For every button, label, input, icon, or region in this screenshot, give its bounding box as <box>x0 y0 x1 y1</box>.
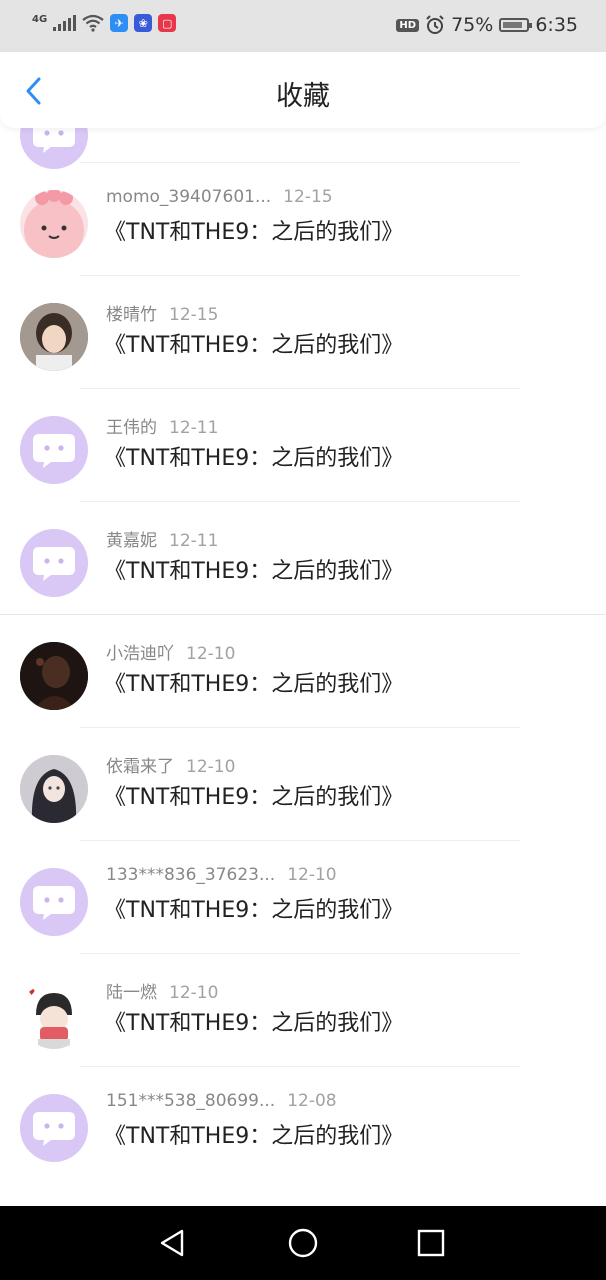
wifi-icon <box>82 14 104 32</box>
clock: 6:35 <box>535 14 578 36</box>
app-header: 收藏 <box>0 52 606 128</box>
list-item[interactable]: 依霜来了 12-10 《TNT和THE9：之后的我们》 <box>0 728 606 841</box>
item-content: 《TNT和THE9：之后的我们》 <box>104 220 404 245</box>
alarm-icon <box>426 15 444 34</box>
item-date: 12-15 <box>283 187 333 207</box>
chat-bubble-icon <box>33 434 75 468</box>
avatar <box>20 755 88 823</box>
svg-text:♥: ♥ <box>28 988 35 997</box>
list-item[interactable]: 楼晴竹 12-15 《TNT和THE9：之后的我们》 <box>0 276 606 389</box>
avatar <box>20 303 88 371</box>
avatar <box>20 1094 88 1162</box>
avatar <box>20 868 88 936</box>
item-date: 12-10 <box>287 865 337 885</box>
chat-bubble-icon <box>33 547 75 581</box>
page-title: 收藏 <box>276 81 330 112</box>
username: 黄嘉妮 <box>106 531 157 551</box>
item-content: 《TNT和THE9：之后的我们》 <box>104 898 404 923</box>
item-date: 12-11 <box>169 531 219 551</box>
item-date: 12-15 <box>169 305 219 325</box>
app-bird-icon: ✈ <box>110 14 129 32</box>
anime-girl-icon <box>20 755 88 823</box>
signal-icon <box>53 15 77 31</box>
status-right: HD 75% 6:35 <box>396 14 578 36</box>
avatar: ♥ <box>20 981 88 1049</box>
username: momo_39407601... <box>106 187 272 207</box>
circle-home-icon[interactable] <box>286 1226 320 1260</box>
triangle-back-icon[interactable] <box>156 1226 190 1260</box>
avatar <box>20 190 88 258</box>
item-meta: 依霜来了 12-10 <box>106 752 235 777</box>
item-content: 《TNT和THE9：之后的我们》 <box>104 1124 404 1149</box>
chat-bubble-icon <box>33 886 75 920</box>
system-nav-bar <box>0 1206 606 1280</box>
red-app-icon: ▢ <box>158 14 177 32</box>
username: 133***836_37623... <box>106 865 276 885</box>
list-item[interactable]: 黄嘉妮 12-11 《TNT和THE9：之后的我们》 <box>0 502 606 615</box>
status-left: 4G ✈ ❀ ▢ <box>32 14 177 32</box>
battery-icon <box>499 18 533 32</box>
username: 楼晴竹 <box>106 305 157 325</box>
item-content: 《TNT和THE9：之后的我们》 <box>104 785 404 810</box>
item-content: 《TNT和THE9：之后的我们》 <box>104 559 404 584</box>
item-meta: 151***538_80699... 12-08 <box>106 1091 337 1111</box>
item-content: 《TNT和THE9：之后的我们》 <box>104 1011 404 1036</box>
item-date: 12-08 <box>287 1091 337 1111</box>
item-content: 《TNT和THE9：之后的我们》 <box>104 446 404 471</box>
item-content: 《TNT和THE9：之后的我们》 <box>104 333 404 358</box>
favorites-list: 《TNT和THE9：之后的我们》 momo_39407601... 12-15 《… <box>0 98 606 1206</box>
hd-icon: HD <box>396 18 420 32</box>
username: 小浩迪吖 <box>106 644 174 664</box>
username: 151***538_80699... <box>106 1091 276 1111</box>
item-meta: 133***836_37623... 12-10 <box>106 865 337 885</box>
username: 王伟的 <box>106 418 157 438</box>
item-date: 12-10 <box>169 983 219 1003</box>
list-item[interactable]: 王伟的 12-11 《TNT和THE9：之后的我们》 <box>0 389 606 502</box>
network-label: 4G <box>32 14 48 25</box>
list-item[interactable]: 151***538_80699... 12-08 《TNT和THE9：之后的我们》 <box>0 1067 606 1180</box>
item-date: 12-11 <box>169 418 219 438</box>
item-meta: momo_39407601... 12-15 <box>106 187 333 207</box>
square-recents-icon[interactable] <box>414 1226 448 1260</box>
item-content: 《TNT和THE9：之后的我们》 <box>104 672 404 697</box>
item-meta: 黄嘉妮 12-11 <box>106 526 218 551</box>
baidu-icon: ❀ <box>134 14 153 32</box>
list-item[interactable]: momo_39407601... 12-15 《TNT和THE9：之后的我们》 <box>0 163 606 276</box>
photo-child-icon <box>20 303 88 371</box>
avatar <box>20 529 88 597</box>
cartoon-boy-icon: ♥ <box>20 981 88 1049</box>
username: 陆一燃 <box>106 983 157 1003</box>
item-meta: 楼晴竹 12-15 <box>106 300 218 325</box>
status-bar: 4G ✈ ❀ ▢ HD 75% 6:35 <box>0 0 606 52</box>
avatar <box>20 642 88 710</box>
item-date: 12-10 <box>186 757 236 777</box>
item-meta: 陆一燃 12-10 <box>106 978 218 1003</box>
battery-percent: 75% <box>451 14 494 36</box>
pink-cartoon-icon <box>24 190 84 258</box>
item-meta: 王伟的 12-11 <box>106 413 218 438</box>
item-date: 12-10 <box>186 644 236 664</box>
avatar <box>20 416 88 484</box>
username: 依霜来了 <box>106 757 174 777</box>
chat-bubble-icon <box>33 1112 75 1146</box>
item-meta: 小浩迪吖 12-10 <box>106 639 235 664</box>
list-item[interactable]: 小浩迪吖 12-10 《TNT和THE9：之后的我们》 <box>0 615 606 728</box>
photo-dark-icon <box>20 642 88 710</box>
list-item[interactable]: ♥ 陆一燃 12-10 《TNT和THE9：之后的我们》 <box>0 954 606 1067</box>
list-item[interactable]: 133***836_37623... 12-10 《TNT和THE9：之后的我们》 <box>0 841 606 954</box>
